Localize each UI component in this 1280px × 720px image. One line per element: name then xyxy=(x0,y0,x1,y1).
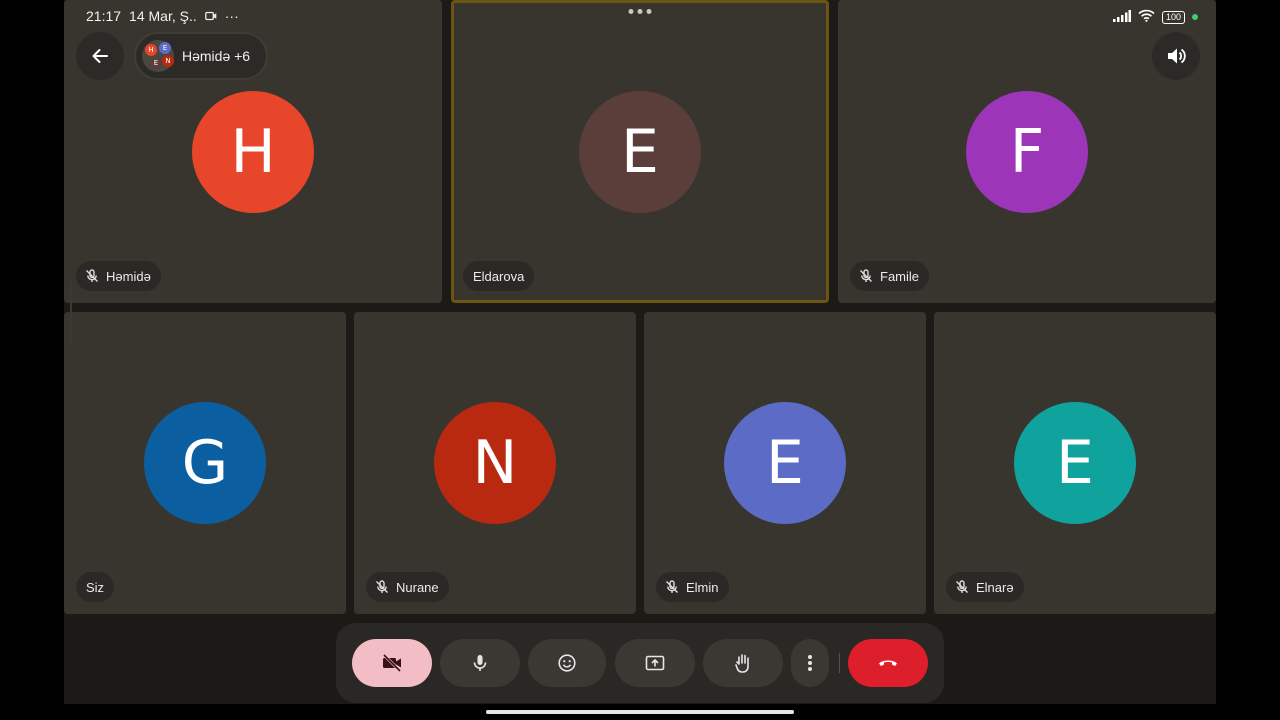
audio-output-button[interactable] xyxy=(1152,32,1200,80)
participant-avatar: E xyxy=(724,402,846,524)
emoji-icon xyxy=(558,654,576,672)
toolbar-divider xyxy=(839,653,840,673)
call-participants-chip[interactable]: H E E N Həmidə +6 xyxy=(134,32,268,80)
status-date: 14 Mar, Ş.. xyxy=(129,8,197,24)
privacy-indicator-dot xyxy=(1192,14,1198,20)
camera-off-icon xyxy=(382,653,402,673)
hang-up-icon xyxy=(879,660,897,666)
reactions-button[interactable] xyxy=(528,639,606,687)
mic-off-icon xyxy=(664,579,680,595)
mini-avatar-h: H xyxy=(145,44,157,56)
mic-off-icon xyxy=(954,579,970,595)
raise-hand-button[interactable] xyxy=(703,639,783,687)
participant-name-chip: Eldarova xyxy=(463,261,535,291)
more-options-button[interactable] xyxy=(791,639,829,687)
participant-avatar: E xyxy=(1014,402,1136,524)
participant-tile-self[interactable]: G Siz xyxy=(64,312,346,614)
signal-icon xyxy=(1112,9,1131,25)
status-bar-right: 100 xyxy=(1112,9,1198,25)
mic-off-icon xyxy=(858,268,874,284)
status-more-indicator: ··· xyxy=(224,8,239,24)
back-button[interactable] xyxy=(76,32,124,80)
call-controls-toolbar xyxy=(336,623,944,703)
participant-avatar: F xyxy=(966,91,1088,213)
participant-tile-7[interactable]: E Elnarə xyxy=(934,312,1216,614)
mini-avatar-n: N xyxy=(162,55,174,67)
mic-off-icon xyxy=(374,579,390,595)
hand-icon xyxy=(735,654,749,673)
participant-name-chip: Famile xyxy=(850,261,930,291)
mini-avatar-e2: E xyxy=(150,57,162,69)
participant-name-chip: Elnarə xyxy=(946,572,1024,602)
camera-in-use-icon xyxy=(204,8,217,24)
end-call-button[interactable] xyxy=(848,639,928,687)
speaker-icon xyxy=(1168,48,1186,64)
participant-name-chip: Nurane xyxy=(366,572,449,602)
microphone-icon xyxy=(473,655,487,671)
participant-name-chip: Həmidə xyxy=(76,261,161,291)
present-screen-icon xyxy=(645,655,665,671)
participant-name: Elmin xyxy=(686,579,719,595)
participant-name: Həmidə xyxy=(106,268,151,284)
participant-name: Siz xyxy=(86,579,105,595)
share-screen-button[interactable] xyxy=(615,639,695,687)
microphone-toggle-button[interactable] xyxy=(440,639,520,687)
participant-tile-6[interactable]: E Elmin xyxy=(644,312,926,614)
battery-indicator: 100 xyxy=(1161,10,1185,24)
participant-name-chip: Siz xyxy=(76,572,115,602)
participant-avatar: N xyxy=(434,402,556,524)
mini-avatar-e1: E xyxy=(159,42,171,54)
participant-tile-5[interactable]: N Nurane xyxy=(354,312,636,614)
participant-name-chip: Elmin xyxy=(656,572,729,602)
grouped-avatars: H E E N xyxy=(142,40,174,72)
participant-avatar: E xyxy=(579,91,701,213)
participant-tile-2[interactable]: E Eldarova xyxy=(451,0,829,303)
participant-name: Nurane xyxy=(396,579,439,595)
status-time: 21:17 xyxy=(86,8,122,24)
camera-toggle-button[interactable] xyxy=(352,639,432,687)
video-call-screen: 21:17 14 Mar, Ş.. ··· 100 H E E N Həmidə… xyxy=(64,0,1216,704)
mic-off-icon xyxy=(84,268,100,284)
participant-name: Famile xyxy=(880,268,920,284)
participant-avatar: H xyxy=(192,91,314,213)
home-indicator[interactable] xyxy=(486,710,794,714)
arrow-left-icon xyxy=(92,49,108,63)
status-bar-left: 21:17 14 Mar, Ş.. ··· xyxy=(86,8,239,24)
more-vert-icon xyxy=(808,655,812,671)
status-bar: 21:17 14 Mar, Ş.. ··· 100 xyxy=(64,0,1216,32)
participant-name: Eldarova xyxy=(473,268,525,284)
participant-name: Elnarə xyxy=(976,579,1014,595)
wifi-icon xyxy=(1138,9,1155,25)
edge-scroll-handle xyxy=(70,282,72,344)
participant-avatar: G xyxy=(144,402,266,524)
call-title: Həmidə +6 xyxy=(182,48,251,64)
